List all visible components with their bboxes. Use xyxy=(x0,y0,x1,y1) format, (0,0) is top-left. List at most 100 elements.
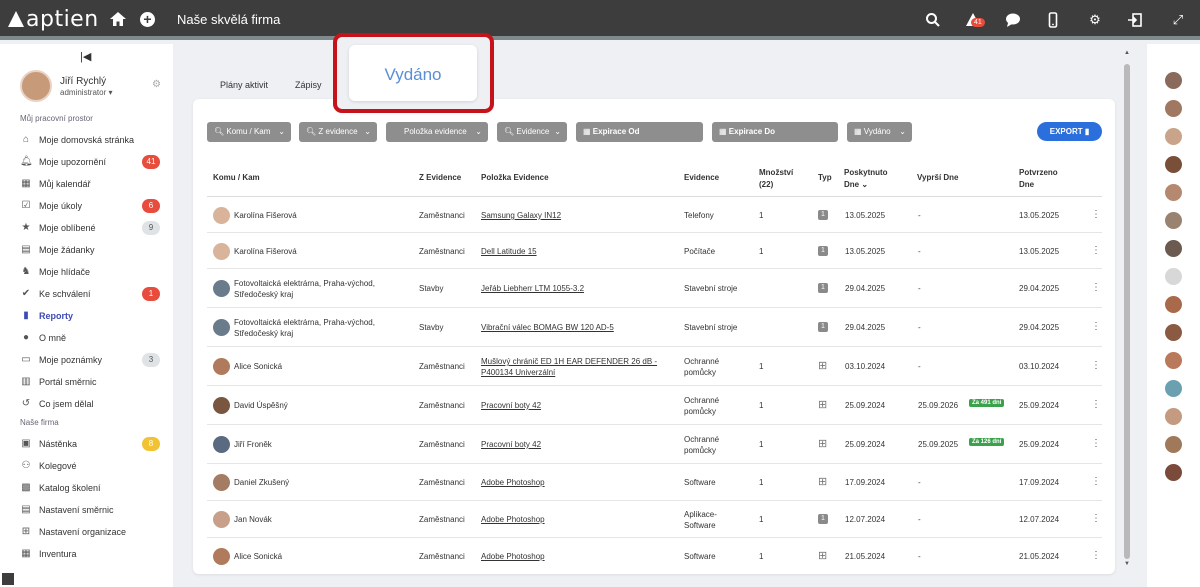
export-button[interactable]: EXPORT ▮ xyxy=(1037,122,1102,141)
add-icon[interactable]: + xyxy=(140,12,155,27)
table-row[interactable]: Alice Sonická Zaměstnanci Mušlový chránič … xyxy=(207,348,1102,386)
filter-expirace-od[interactable]: ▦ Expirace Od xyxy=(576,122,703,142)
filter-komu-kam[interactable]: 🔍︎ Komu / Kam ⌄ xyxy=(207,122,291,142)
row-menu-icon[interactable]: ⋮ xyxy=(1091,513,1101,524)
collapse-sidebar-icon[interactable]: |◀ xyxy=(80,50,91,63)
tab-vydano[interactable]: Vydáno xyxy=(349,45,477,101)
colleague-avatar[interactable] xyxy=(1165,212,1182,229)
col-vyprsi-dne[interactable]: Vyprší Dne xyxy=(917,172,959,184)
table-row[interactable]: Alice Sonická Zaměstnanci Adobe Photoshop S… xyxy=(207,539,1102,574)
col-poskytnuto-dne[interactable]: Poskytnuto Dne ⌄ xyxy=(844,167,888,191)
tab-records[interactable]: Zápisy xyxy=(295,80,322,90)
sidebar-item-board[interactable]: ▣ Nástěnka 8 xyxy=(20,436,160,454)
sidebar-item-about-me[interactable]: ● O mně xyxy=(20,330,160,348)
table-row[interactable]: Daniel Zkušený Zaměstnanci Adobe Photoshop… xyxy=(207,465,1102,501)
table-row[interactable]: Jan Novák Zaměstnanci Adobe Photoshop Aplik… xyxy=(207,502,1102,538)
scroll-up-icon[interactable]: ▲ xyxy=(1124,50,1130,56)
row-menu-icon[interactable]: ⋮ xyxy=(1091,399,1101,410)
polozka-link[interactable]: Pracovní boty 42 xyxy=(481,400,541,411)
row-menu-icon[interactable]: ⋮ xyxy=(1091,360,1101,371)
user-role[interactable]: administrator ▾ xyxy=(60,88,113,97)
col-komu-kam[interactable]: Komu / Kam xyxy=(213,172,260,184)
col-z-evidence[interactable]: Z Evidence xyxy=(419,172,461,184)
colleague-avatar[interactable] xyxy=(1165,380,1182,397)
colleague-avatar[interactable] xyxy=(1165,100,1182,117)
polozka-link[interactable]: Mušlový chránič ED 1H EAR DEFENDER 26 dB… xyxy=(481,356,657,378)
colleague-avatar[interactable] xyxy=(1165,128,1182,145)
sidebar-item-rules-settings[interactable]: ▤ Nastavení směrnic xyxy=(20,502,160,520)
sidebar-item-favorites[interactable]: ★ Moje oblíbené 9 xyxy=(20,220,160,238)
polozka-link[interactable]: Adobe Photoshop xyxy=(481,514,545,525)
table-row[interactable]: Karolína Fišerová Zaměstnanci Samsung Gala… xyxy=(207,198,1102,233)
polozka-link[interactable]: Pracovní boty 42 xyxy=(481,439,541,450)
colleague-avatar[interactable] xyxy=(1165,436,1182,453)
polozka-link[interactable]: Adobe Photoshop xyxy=(481,477,545,488)
user-name[interactable]: Jiří Rychlý xyxy=(60,76,106,87)
table-row[interactable]: Fotovoltaická elektrárna, Praha-východ, S… xyxy=(207,309,1102,347)
colleague-avatar[interactable] xyxy=(1165,240,1182,257)
gear-icon[interactable]: ⚙ xyxy=(152,79,161,90)
polozka-link[interactable]: Jeřáb Liebherr LTM 1055-3.2 xyxy=(481,283,584,294)
sidebar-item-tasks[interactable]: ☑ Moje úkoly 6 xyxy=(20,198,160,216)
colleague-avatar[interactable] xyxy=(1165,324,1182,341)
colleague-avatar[interactable] xyxy=(1165,464,1182,481)
row-menu-icon[interactable]: ⋮ xyxy=(1091,245,1101,256)
col-polozka-evidence[interactable]: Položka Evidence xyxy=(481,172,549,184)
colleague-avatar[interactable] xyxy=(1165,72,1182,89)
table-row[interactable]: Karolína Fišerová Zaměstnanci Dell Latitud… xyxy=(207,234,1102,269)
settings-icon[interactable]: ⚙ xyxy=(1087,12,1103,28)
sidebar-item-org-settings[interactable]: ⊞ Nastavení organizace xyxy=(20,524,160,542)
table-row[interactable]: Jiří Froněk Zaměstnanci Pracovní boty 42 Oc… xyxy=(207,426,1102,464)
polozka-link[interactable]: Dell Latitude 15 xyxy=(481,246,537,257)
sidebar-item-requests[interactable]: ▤ Moje žádanky xyxy=(20,242,160,260)
home-icon[interactable] xyxy=(110,12,126,26)
sidebar-item-rules-portal[interactable]: ▥ Portál směrnic xyxy=(20,374,160,392)
table-row[interactable]: Fotovoltaická elektrárna, Praha-východ, S… xyxy=(207,270,1102,308)
filter-expirace-do[interactable]: ▦ Expirace Do xyxy=(712,122,838,142)
row-menu-icon[interactable]: ⋮ xyxy=(1091,438,1101,449)
chat-icon[interactable] xyxy=(1005,12,1021,28)
row-menu-icon[interactable]: ⋮ xyxy=(1091,209,1101,220)
avatar[interactable] xyxy=(20,70,52,102)
fullscreen-icon[interactable]: ⤢ xyxy=(1170,12,1186,28)
col-evidence[interactable]: Evidence xyxy=(684,172,719,184)
sidebar-item-notifications[interactable]: 🔔︎ Moje upozornění 41 xyxy=(20,154,160,172)
col-potvrzeno-dne[interactable]: Potvrzeno Dne xyxy=(1019,167,1058,191)
logout-icon[interactable] xyxy=(1127,12,1143,28)
col-mnozstvi[interactable]: Množství (22) xyxy=(759,167,793,191)
polozka-link[interactable]: Samsung Galaxy IN12 xyxy=(481,210,561,221)
mobile-icon[interactable] xyxy=(1045,12,1061,28)
colleague-avatar[interactable] xyxy=(1165,156,1182,173)
aptien-logo[interactable]: aptien xyxy=(8,7,99,32)
sidebar-item-notes[interactable]: ▭ Moje poznámky 3 xyxy=(20,352,160,370)
row-menu-icon[interactable]: ⋮ xyxy=(1091,321,1101,332)
colleague-avatar[interactable] xyxy=(1165,296,1182,313)
scrollbar-thumb[interactable] xyxy=(1124,64,1130,559)
colleague-avatar[interactable] xyxy=(1165,352,1182,369)
scroll-down-icon[interactable]: ▼ xyxy=(1124,561,1130,567)
sidebar-item-inventory[interactable]: ▦ Inventura xyxy=(20,546,160,564)
filter-z-evidence[interactable]: 🔍︎ Z evidence ⌄ xyxy=(299,122,377,142)
polozka-link[interactable]: Adobe Photoshop xyxy=(481,551,545,562)
row-menu-icon[interactable]: ⋮ xyxy=(1091,282,1101,293)
search-icon[interactable] xyxy=(925,12,941,28)
filter-evidence[interactable]: 🔍︎ Evidence ⌄ xyxy=(497,122,567,142)
sidebar-item-home[interactable]: ⌂ Moje domovská stránka xyxy=(20,132,160,150)
colleague-avatar[interactable] xyxy=(1165,184,1182,201)
sidebar-item-calendar[interactable]: ▦ Můj kalendář xyxy=(20,176,160,194)
polozka-link[interactable]: Vibrační válec BOMAG BW 120 AD-5 xyxy=(481,322,614,333)
sidebar-item-approvals[interactable]: ✔ Ke schválení 1 xyxy=(20,286,160,304)
sidebar-item-reports[interactable]: ▮ Reporty xyxy=(20,308,160,326)
filter-vydano[interactable]: ▦ Vydáno ⌄ xyxy=(847,122,912,142)
sidebar-item-watchers[interactable]: ♞ Moje hlídače xyxy=(20,264,160,282)
sidebar-item-colleagues[interactable]: ⚇ Kolegové xyxy=(20,458,160,476)
tab-activity-plans[interactable]: Plány aktivit xyxy=(220,80,268,90)
sidebar-item-training-catalog[interactable]: ▩ Katalog školení xyxy=(20,480,160,498)
row-menu-icon[interactable]: ⋮ xyxy=(1091,476,1101,487)
scrollbar[interactable]: ▲ ▼ xyxy=(1124,50,1131,568)
sidebar-item-history[interactable]: ↺ Co jsem dělal xyxy=(20,396,160,414)
row-menu-icon[interactable]: ⋮ xyxy=(1091,550,1101,561)
col-typ[interactable]: Typ xyxy=(818,172,832,184)
colleague-avatar[interactable] xyxy=(1165,268,1182,285)
colleague-avatar[interactable] xyxy=(1165,408,1182,425)
